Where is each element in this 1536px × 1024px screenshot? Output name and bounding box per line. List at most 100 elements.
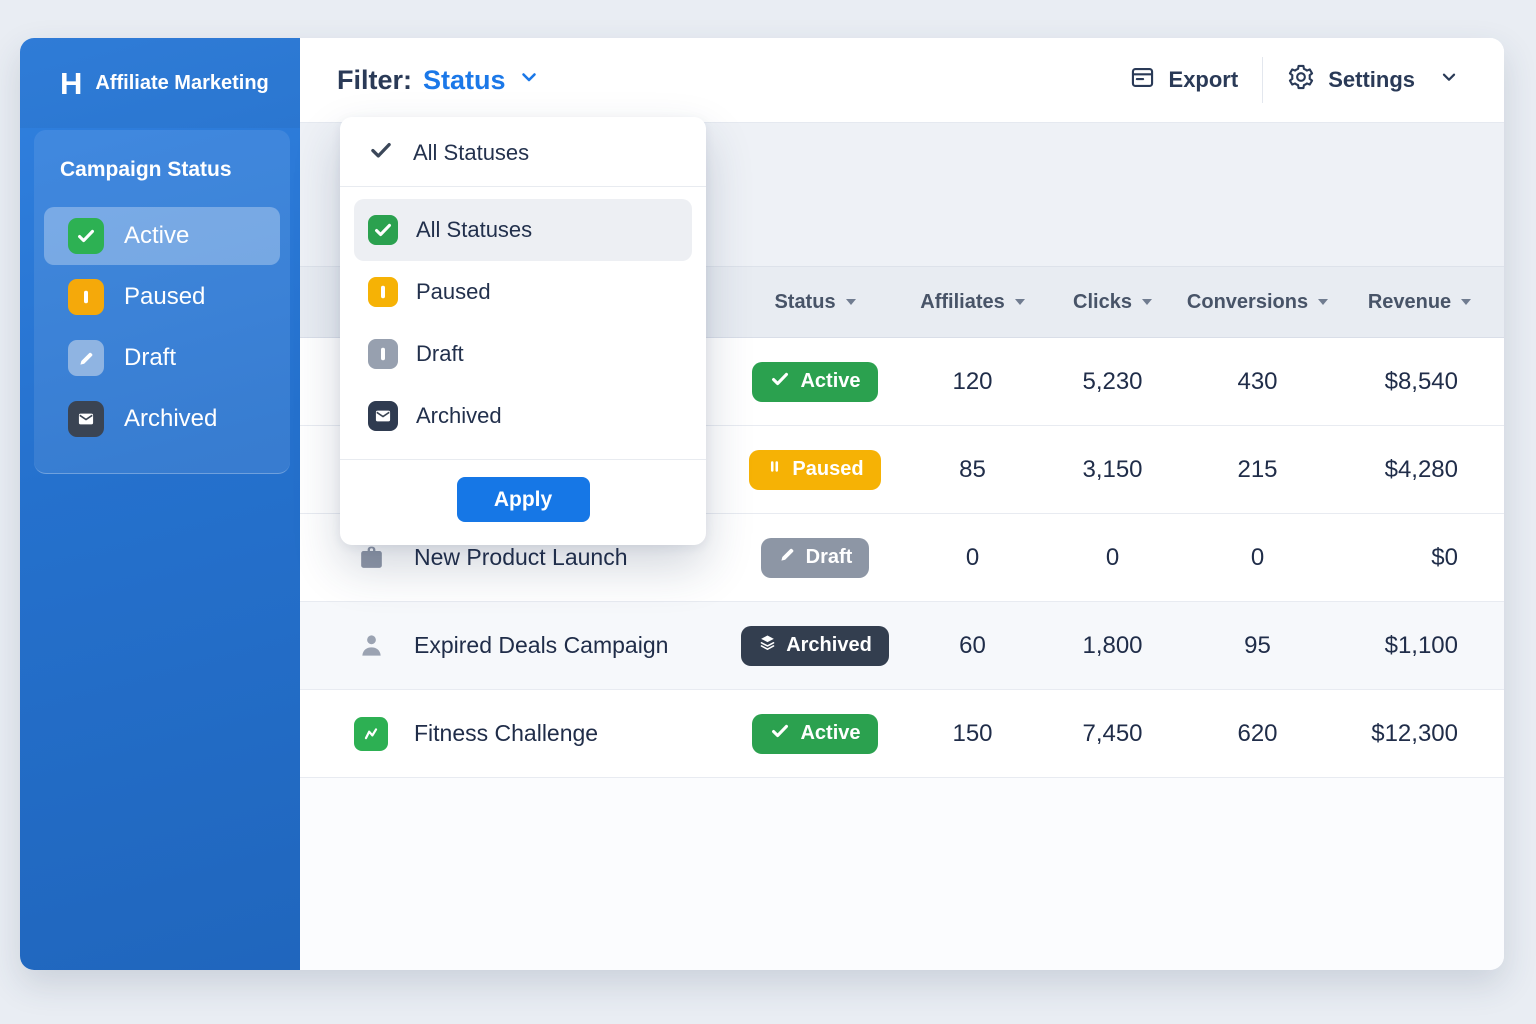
status-badge: Archived: [741, 626, 889, 666]
envelope-icon: [68, 401, 104, 437]
clicks-value: 5,230: [1045, 368, 1180, 396]
campaign-name: New Product Launch: [414, 544, 628, 571]
sidebar-section-title: Campaign Status: [44, 138, 280, 204]
sort-arrow-icon: [1318, 299, 1328, 305]
clicks-value: 1,800: [1045, 632, 1180, 660]
status-filter-dropdown: All Statuses All Statuses Paused Draft A…: [340, 117, 706, 545]
dropdown-option-archived[interactable]: Archived: [354, 385, 692, 447]
revenue-value: $8,540: [1335, 368, 1504, 396]
filter-label: Filter:: [337, 65, 412, 96]
dropdown-footer: Apply: [340, 459, 706, 545]
settings-button[interactable]: Settings: [1287, 63, 1460, 97]
pencil-icon: [68, 340, 104, 376]
status-badge: Active: [752, 362, 877, 402]
status-badge-label: Active: [800, 370, 860, 393]
chevron-down-icon: [517, 65, 541, 96]
campaign-cell: Expired Deals Campaign: [300, 629, 730, 663]
column-header-affiliates[interactable]: Affiliates: [900, 291, 1045, 314]
export-icon: [1129, 64, 1156, 97]
dropdown-option-label: Draft: [416, 341, 464, 367]
status-badge-label: Archived: [786, 634, 872, 657]
dropdown-option-label: Archived: [416, 403, 502, 429]
top-bar-actions: Export Settings: [1129, 57, 1460, 103]
filter-dropdown-trigger[interactable]: Filter: Status: [337, 65, 541, 96]
sidebar-item-label: Draft: [124, 344, 176, 372]
sidebar-item-archived[interactable]: Archived: [44, 390, 280, 448]
column-header-label: Revenue: [1368, 291, 1451, 314]
pencil-icon: [778, 545, 797, 570]
top-bar: Filter: Status Export S: [300, 38, 1504, 123]
pause2-icon: [766, 458, 783, 481]
affiliates-value: 0: [900, 544, 1045, 572]
column-header-label: Conversions: [1187, 291, 1308, 314]
dropdown-option-all-statuses[interactable]: All Statuses: [354, 199, 692, 261]
table-row[interactable]: Fitness Challenge Active 150 7,450 620 $…: [300, 690, 1504, 778]
status-cell: Paused: [730, 450, 900, 490]
column-header-label: Affiliates: [920, 291, 1004, 314]
app-window: H Affiliate Marketing Campaign Status Ac…: [20, 38, 1504, 970]
campaign-name: Expired Deals Campaign: [414, 632, 668, 659]
affiliates-value: 85: [900, 456, 1045, 484]
sidebar-item-label: Paused: [124, 283, 205, 311]
sidebar-item-label: Archived: [124, 405, 217, 433]
check-icon: [68, 218, 104, 254]
sort-arrow-icon: [1015, 299, 1025, 305]
table-row[interactable]: Expired Deals Campaign Archived 60 1,800…: [300, 602, 1504, 690]
briefcase-icon: [354, 541, 388, 575]
affiliates-value: 150: [900, 720, 1045, 748]
sort-arrow-icon: [846, 299, 856, 305]
sidebar-item-list: Active Paused Draft Archived: [44, 207, 280, 448]
dropdown-option-label: All Statuses: [416, 217, 532, 243]
affiliates-value: 60: [900, 632, 1045, 660]
pause-icon: [368, 339, 398, 369]
sidebar-item-paused[interactable]: Paused: [44, 268, 280, 326]
settings-label: Settings: [1328, 67, 1415, 93]
clicks-value: 0: [1045, 544, 1180, 572]
conversions-value: 95: [1180, 632, 1335, 660]
column-header-revenue[interactable]: Revenue: [1335, 291, 1504, 314]
dropdown-option-label: Paused: [416, 279, 491, 305]
column-header-clicks[interactable]: Clicks: [1045, 291, 1180, 314]
revenue-value: $0: [1335, 544, 1504, 572]
export-button[interactable]: Export: [1129, 64, 1239, 97]
conversions-value: 620: [1180, 720, 1335, 748]
conversions-value: 0: [1180, 544, 1335, 572]
status-cell: Active: [730, 714, 900, 754]
brand-name: Affiliate Marketing: [95, 72, 268, 95]
chevron-down-icon: [1438, 66, 1460, 94]
clicks-value: 3,150: [1045, 456, 1180, 484]
sidebar-item-active[interactable]: Active: [44, 207, 280, 265]
column-header-label: Clicks: [1073, 291, 1132, 314]
dropdown-current-selection[interactable]: All Statuses: [340, 117, 706, 187]
sidebar: H Affiliate Marketing Campaign Status Ac…: [20, 38, 300, 970]
apply-button[interactable]: Apply: [457, 477, 590, 522]
status-badge-label: Active: [800, 722, 860, 745]
dropdown-option-draft[interactable]: Draft: [354, 323, 692, 385]
dropdown-option-paused[interactable]: Paused: [354, 261, 692, 323]
revenue-value: $1,100: [1335, 632, 1504, 660]
campaign-cell: Fitness Challenge: [300, 717, 730, 751]
sort-arrow-icon: [1461, 299, 1471, 305]
pause-icon: [68, 279, 104, 315]
column-header-label: Status: [774, 291, 835, 314]
brand-logo-icon: H: [60, 68, 81, 99]
archive-icon: [758, 633, 777, 658]
main-area: Filter: Status Export S: [300, 38, 1504, 970]
sidebar-item-draft[interactable]: Draft: [44, 329, 280, 387]
pause-icon: [368, 277, 398, 307]
status-badge: Paused: [749, 450, 880, 490]
column-header-status[interactable]: Status: [730, 291, 900, 314]
status-cell: Active: [730, 362, 900, 402]
brand-header: H Affiliate Marketing: [20, 38, 300, 128]
status-badge: Draft: [761, 538, 870, 578]
column-header-conversions[interactable]: Conversions: [1180, 291, 1335, 314]
check-icon: [368, 137, 394, 169]
sort-arrow-icon: [1142, 299, 1152, 305]
trend-icon: [354, 717, 388, 751]
revenue-value: $4,280: [1335, 456, 1504, 484]
status-badge-label: Paused: [792, 458, 863, 481]
person-icon: [354, 629, 388, 663]
check-icon: [769, 368, 791, 396]
affiliates-value: 120: [900, 368, 1045, 396]
check-icon: [368, 215, 398, 245]
